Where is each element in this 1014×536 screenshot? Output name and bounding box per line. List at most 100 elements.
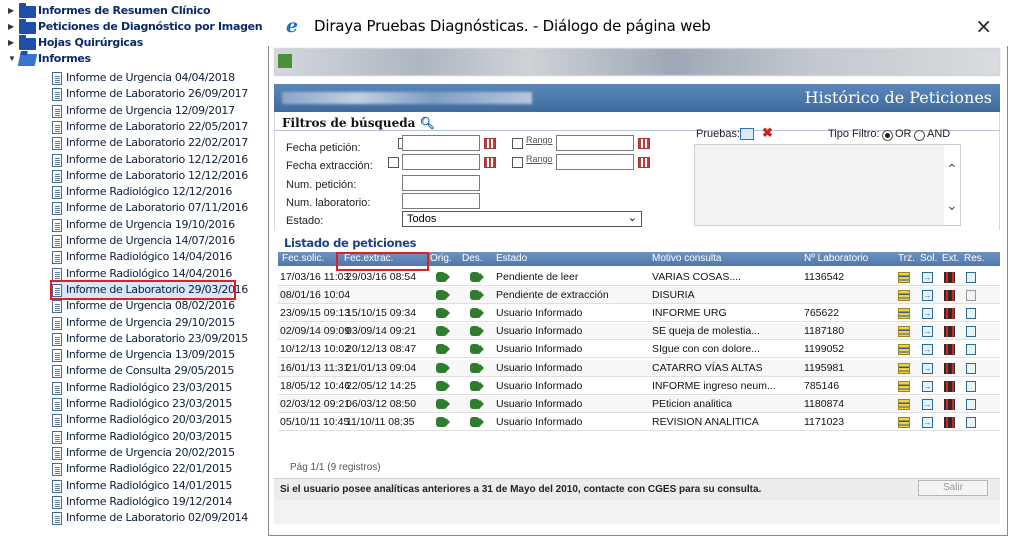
- traceability-icon[interactable]: [898, 416, 910, 428]
- result-icon[interactable]: [966, 272, 976, 283]
- chevron-up-icon[interactable]: ⌃: [946, 161, 958, 178]
- column-header[interactable]: Trz.: [898, 253, 915, 264]
- fecha-peticion-to-input[interactable]: [556, 135, 634, 151]
- expanded-arrow-icon[interactable]: ▼: [8, 51, 16, 65]
- tree-item[interactable]: Informe Radiológico 20/03/2015: [0, 429, 268, 445]
- or-radio[interactable]: [882, 130, 893, 141]
- extraction-icon[interactable]: [944, 344, 955, 356]
- column-header[interactable]: Ext.: [942, 253, 959, 264]
- request-icon[interactable]: →: [922, 326, 933, 338]
- result-icon[interactable]: [966, 362, 976, 374]
- result-icon[interactable]: [966, 344, 976, 356]
- calendar-icon[interactable]: [638, 157, 650, 168]
- calendar-icon[interactable]: [484, 138, 496, 149]
- fecha-peticion-rango-checkbox[interactable]: [512, 138, 523, 149]
- tree-item[interactable]: Informe Radiológico 12/12/2016: [0, 184, 268, 200]
- tree-item[interactable]: Informe de Urgencia 14/07/2016: [0, 233, 268, 249]
- salir-button[interactable]: Salir: [918, 480, 988, 496]
- traceability-icon[interactable]: [898, 362, 910, 374]
- column-header[interactable]: Nº Laboratorio: [804, 253, 868, 264]
- request-icon[interactable]: →: [922, 308, 933, 320]
- traceability-icon[interactable]: [898, 308, 910, 320]
- traceability-icon[interactable]: [898, 398, 910, 410]
- tree-item[interactable]: Informe de Urgencia 08/02/2016: [0, 298, 268, 314]
- tree-item[interactable]: Informe Radiológico 20/03/2015: [0, 412, 268, 428]
- tree-item[interactable]: Informe de Urgencia 29/10/2015: [0, 315, 268, 331]
- num-peticion-input[interactable]: [402, 175, 480, 191]
- tree-item[interactable]: Informe de Laboratorio 12/12/2016: [0, 152, 268, 168]
- tree-item[interactable]: Informe de Laboratorio 23/09/2015: [0, 331, 268, 347]
- collapsed-arrow-icon[interactable]: ▶: [8, 35, 16, 49]
- tree-item[interactable]: Informe de Laboratorio 22/05/2017: [0, 119, 268, 135]
- and-radio[interactable]: [914, 130, 925, 141]
- tree-item[interactable]: Informe Radiológico 22/01/2015: [0, 461, 268, 477]
- tree-item[interactable]: Informe de Urgencia 20/02/2015: [0, 445, 268, 461]
- column-header[interactable]: Orig.: [430, 253, 452, 264]
- traceability-icon[interactable]: [898, 272, 910, 283]
- extraction-icon[interactable]: [944, 416, 955, 428]
- column-header[interactable]: Des.: [462, 253, 483, 264]
- result-icon[interactable]: [966, 380, 976, 392]
- result-icon[interactable]: [966, 398, 976, 410]
- tree-item[interactable]: Informe Radiológico 14/04/2016: [0, 249, 268, 265]
- column-header[interactable]: Motivo consulta: [652, 253, 721, 264]
- tree-item[interactable]: Informe de Laboratorio 26/09/2017: [0, 86, 268, 102]
- tree-item[interactable]: Informe Radiológico 23/03/2015: [0, 396, 268, 412]
- result-icon[interactable]: [966, 326, 976, 338]
- tree-item[interactable]: Informe de Laboratorio 12/12/2016: [0, 168, 268, 184]
- request-icon[interactable]: →: [922, 344, 933, 356]
- traceability-icon[interactable]: [898, 326, 910, 338]
- fecha-extraccion-from-input[interactable]: [402, 154, 480, 170]
- collapsed-arrow-icon[interactable]: ▶: [8, 19, 16, 33]
- request-icon[interactable]: →: [922, 380, 933, 392]
- tree-item[interactable]: Informe de Laboratorio 22/02/2017: [0, 135, 268, 151]
- tree-item[interactable]: Informe Radiológico 19/12/2014: [0, 494, 268, 510]
- request-icon[interactable]: →: [922, 362, 933, 374]
- extraction-icon[interactable]: [944, 272, 955, 283]
- column-header[interactable]: Sol.: [920, 253, 937, 264]
- estado-select[interactable]: Todos ⌄: [402, 211, 642, 227]
- extraction-icon[interactable]: [944, 362, 955, 374]
- traceability-icon[interactable]: [898, 290, 910, 302]
- fecha-peticion-from-input[interactable]: [402, 135, 480, 151]
- calendar-icon[interactable]: [484, 157, 496, 168]
- request-icon[interactable]: →: [922, 290, 933, 302]
- result-icon[interactable]: [966, 290, 976, 302]
- tree-item[interactable]: Informe de Urgencia 19/10/2016: [0, 217, 268, 233]
- num-laboratorio-input[interactable]: [402, 193, 480, 209]
- pruebas-scrollbar[interactable]: ⌃ ⌄: [944, 144, 961, 226]
- tree-item[interactable]: Informe de Consulta 29/05/2015: [0, 363, 268, 379]
- search-tests-icon[interactable]: [740, 128, 754, 140]
- result-icon[interactable]: [966, 308, 976, 320]
- fecha-extraccion-checkbox[interactable]: [388, 157, 399, 168]
- tree-item[interactable]: Informe de Urgencia 04/04/2018: [0, 70, 268, 86]
- column-header[interactable]: Estado: [496, 253, 527, 264]
- extraction-icon[interactable]: [944, 308, 955, 320]
- filters-tab[interactable]: Filtros de búsqueda 🔍︎: [282, 116, 435, 130]
- traceability-icon[interactable]: [898, 344, 910, 356]
- tree-item[interactable]: Informe de Urgencia 13/09/2015: [0, 347, 268, 363]
- fecha-extraccion-to-input[interactable]: [556, 154, 634, 170]
- fecha-extraccion-rango-checkbox[interactable]: [512, 157, 523, 168]
- traceability-icon[interactable]: [898, 380, 910, 392]
- tree-item[interactable]: Informe de Laboratorio 02/09/2014: [0, 510, 268, 526]
- request-icon[interactable]: →: [922, 416, 933, 428]
- tree-item[interactable]: Informe de Laboratorio 07/11/2016: [0, 200, 268, 216]
- close-button[interactable]: ×: [975, 14, 992, 38]
- extraction-icon[interactable]: [944, 326, 955, 338]
- pruebas-list[interactable]: [694, 144, 956, 226]
- request-icon[interactable]: →: [922, 398, 933, 410]
- column-header[interactable]: Fec.solic.: [282, 253, 324, 264]
- result-icon[interactable]: [966, 416, 976, 428]
- tree-item[interactable]: Informe Radiológico 14/01/2015: [0, 478, 268, 494]
- extraction-icon[interactable]: [944, 398, 955, 410]
- extraction-icon[interactable]: [944, 290, 955, 302]
- calendar-icon[interactable]: [638, 138, 650, 149]
- delete-icon[interactable]: ✖: [762, 125, 773, 141]
- tree-item[interactable]: Informe Radiológico 23/03/2015: [0, 380, 268, 396]
- column-header[interactable]: Res.: [964, 253, 985, 264]
- tree-item[interactable]: Informe de Urgencia 12/09/2017: [0, 103, 268, 119]
- extraction-icon[interactable]: [944, 380, 955, 392]
- collapsed-arrow-icon[interactable]: ▶: [8, 3, 16, 17]
- chevron-down-icon[interactable]: ⌄: [946, 197, 958, 214]
